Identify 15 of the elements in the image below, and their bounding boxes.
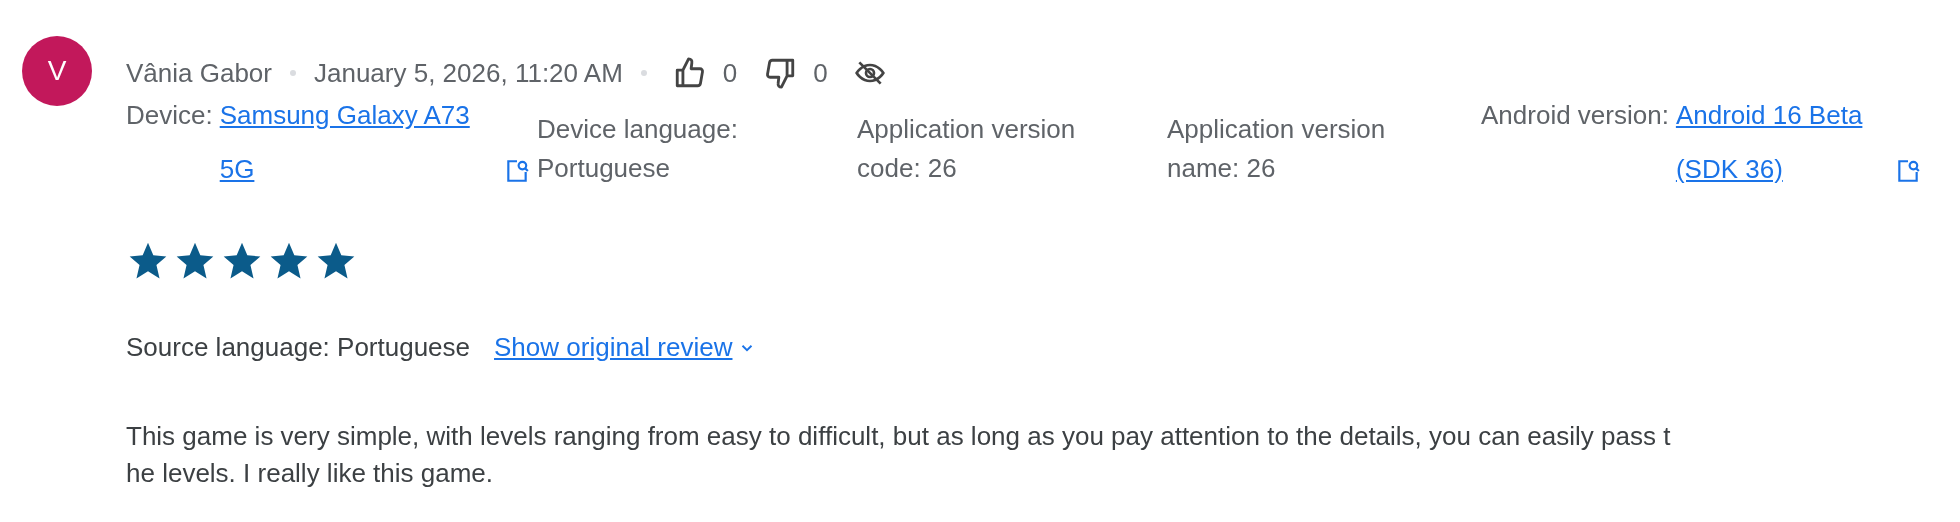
review-date: January 5, 2026, 11:20 AM <box>314 57 623 89</box>
like-count: 0 <box>722 57 738 89</box>
detail-link[interactable]: Android 16 Beta (SDK 36) <box>1675 88 1891 196</box>
show-original-link[interactable]: Show original review <box>494 331 733 364</box>
avatar: V <box>22 36 92 106</box>
detail-label: Android version: <box>1481 99 1669 132</box>
detail-text: Application version code: 26 <box>857 113 1077 185</box>
detail-label: Device: <box>126 99 213 132</box>
review-text: This game is very simple, with levels ranging from easy to difficult, but as long as you pay attention to the details, you can easily pass the levels. I really like this game. <box>126 420 1672 490</box>
detail-text: Application version name: 26 <box>1167 113 1387 185</box>
dislike-count: 0 <box>813 57 828 89</box>
detail-link[interactable]: Samsung Galaxy A73 5G <box>219 88 500 196</box>
author-name: Vânia Gabor <box>126 57 272 89</box>
source-language: Source language: Portuguese <box>126 331 471 364</box>
detail-text: Device language: Portuguese <box>537 113 739 185</box>
